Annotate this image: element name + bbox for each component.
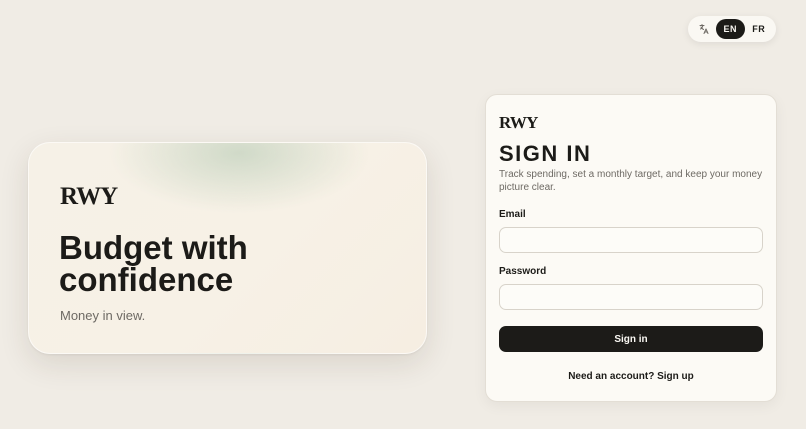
- password-label: Password: [499, 266, 547, 277]
- signin-title: SIGN IN: [499, 141, 592, 166]
- password-field[interactable]: [499, 284, 763, 310]
- signup-link[interactable]: Need an account? Sign up: [486, 371, 776, 382]
- hero-logo: RWY: [60, 183, 118, 210]
- language-switcher: EN FR: [688, 16, 776, 42]
- signin-logo: RWY: [499, 113, 538, 132]
- email-label: Email: [499, 209, 526, 220]
- email-field[interactable]: [499, 227, 763, 253]
- login-page: EN FR RWY Budget with confidence Money i…: [0, 0, 806, 429]
- language-option-en[interactable]: EN: [716, 19, 745, 39]
- hero-card: RWY Budget with confidence Money in view…: [28, 142, 427, 354]
- signin-form: RWY SIGN IN Track spending, set a monthl…: [485, 94, 777, 402]
- hero-subtitle: Money in view.: [60, 308, 146, 323]
- signin-button[interactable]: Sign in: [499, 326, 763, 352]
- signin-description: Track spending, set a monthly target, an…: [499, 169, 763, 193]
- translate-icon[interactable]: [694, 19, 713, 39]
- hero-title: Budget with confidence: [59, 229, 248, 298]
- language-option-fr[interactable]: FR: [745, 19, 774, 39]
